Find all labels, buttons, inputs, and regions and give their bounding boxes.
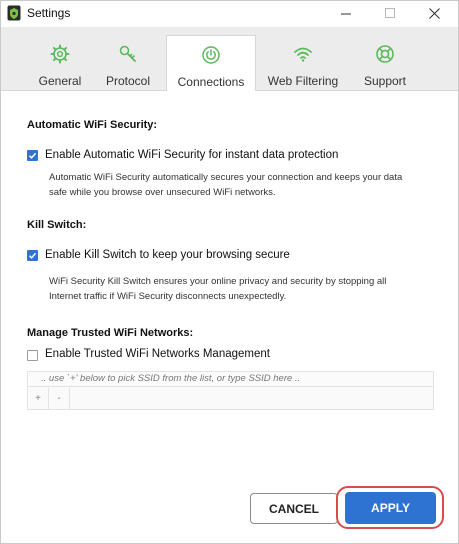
checkmark-icon (28, 252, 37, 259)
window-title: Settings (27, 6, 71, 20)
minimize-icon (340, 13, 351, 15)
add-ssid-button[interactable]: + (28, 388, 49, 409)
auto-wifi-section-title: Automatic WiFi Security: (27, 119, 158, 131)
close-icon (428, 8, 440, 19)
tab-support[interactable]: Support (359, 35, 411, 90)
title-bar: Settings (1, 1, 458, 26)
ssid-list-box: .. use `+' below to pick SSID from the l… (27, 371, 434, 410)
tab-general[interactable]: General (31, 35, 89, 90)
remove-ssid-button[interactable]: - (49, 388, 70, 409)
tab-protocol-label: Protocol (105, 74, 151, 88)
trusted-networks-checkbox[interactable] (27, 350, 38, 361)
power-icon (202, 46, 220, 64)
kill-switch-checkbox-label[interactable]: Enable Kill Switch to keep your browsing… (45, 249, 290, 261)
cancel-button[interactable]: CANCEL (250, 493, 338, 524)
ssid-input[interactable]: .. use `+' below to pick SSID from the l… (28, 372, 433, 387)
tab-web-filtering[interactable]: Web Filtering (263, 35, 343, 90)
tab-connections-label: Connections (177, 75, 245, 89)
trusted-networks-section-title: Manage Trusted WiFi Networks: (27, 327, 194, 339)
auto-wifi-description: Automatic WiFi Security automatically se… (49, 172, 403, 198)
settings-window: Settings General Protocol Connections We… (0, 0, 459, 544)
tab-support-label: Support (363, 74, 407, 88)
checkmark-icon (28, 152, 37, 159)
tab-general-label: General (38, 74, 82, 88)
close-button[interactable] (412, 1, 456, 26)
apply-button[interactable]: APPLY (345, 492, 436, 524)
kill-switch-description: WiFi Security Kill Switch ensures your o… (49, 276, 387, 302)
app-shield-icon (7, 5, 21, 21)
kill-switch-checkbox[interactable] (27, 250, 38, 261)
auto-wifi-checkbox-label[interactable]: Enable Automatic WiFi Security for insta… (45, 149, 338, 161)
gear-icon (50, 44, 70, 64)
trusted-networks-checkbox-label[interactable]: Enable Trusted WiFi Networks Management (45, 348, 270, 360)
tab-web-filtering-label: Web Filtering (267, 74, 339, 88)
settings-tab-bar: General Protocol Connections Web Filteri… (1, 27, 458, 92)
auto-wifi-checkbox[interactable] (27, 150, 38, 161)
kill-switch-section-title: Kill Switch: (27, 219, 87, 231)
tab-connections[interactable]: Connections (166, 35, 256, 92)
wifi-icon (294, 47, 312, 62)
maximize-button[interactable] (368, 1, 412, 26)
tab-protocol[interactable]: Protocol (99, 35, 157, 90)
key-icon (119, 45, 136, 62)
connections-panel: Automatic WiFi Security: Enable Automati… (1, 91, 458, 543)
maximize-icon (384, 8, 395, 18)
minimize-button[interactable] (324, 1, 368, 26)
lifebuoy-icon (376, 45, 394, 63)
